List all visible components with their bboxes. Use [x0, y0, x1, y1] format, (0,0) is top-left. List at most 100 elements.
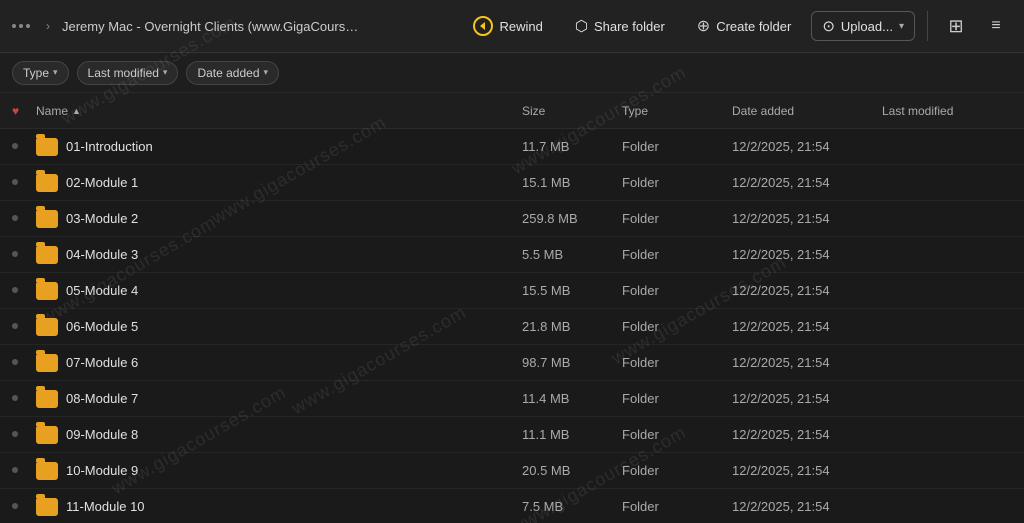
folder-icon	[36, 318, 58, 336]
name-cell: 01-Introduction	[36, 138, 522, 156]
file-name: 08-Module 7	[66, 391, 138, 406]
nav-dot-3	[26, 24, 30, 28]
create-folder-label: Create folder	[716, 19, 791, 34]
favorite-cell	[12, 358, 36, 367]
table-row[interactable]: 05-Module 4 15.5 MB Folder 12/2/2025, 21…	[0, 273, 1024, 309]
upload-label: Upload...	[841, 19, 893, 34]
table-row[interactable]: 02-Module 1 15.1 MB Folder 12/2/2025, 21…	[0, 165, 1024, 201]
file-name: 04-Module 3	[66, 247, 138, 262]
size-cell: 21.8 MB	[522, 319, 622, 334]
type-cell: Folder	[622, 355, 732, 370]
name-column-header[interactable]: Name ▲	[36, 104, 522, 118]
folder-icon	[36, 462, 58, 480]
nav-dots	[12, 24, 30, 28]
favorite-cell	[12, 286, 36, 295]
date-added-cell: 12/2/2025, 21:54	[732, 319, 882, 334]
date-added-cell: 12/2/2025, 21:54	[732, 247, 882, 262]
folder-icon	[36, 390, 58, 408]
date-added-cell: 12/2/2025, 21:54	[732, 355, 882, 370]
menu-button[interactable]: ≡	[980, 10, 1012, 42]
table-row[interactable]: 08-Module 7 11.4 MB Folder 12/2/2025, 21…	[0, 381, 1024, 417]
create-folder-icon: ⊕	[697, 16, 710, 36]
name-sort-icon: ▲	[72, 106, 81, 116]
file-list: 01-Introduction 11.7 MB Folder 12/2/2025…	[0, 129, 1024, 523]
type-filter-label: Type	[23, 66, 49, 80]
date-added-cell: 12/2/2025, 21:54	[732, 175, 882, 190]
type-cell: Folder	[622, 139, 732, 154]
date-added-cell: 12/2/2025, 21:54	[732, 391, 882, 406]
size-column-header[interactable]: Size	[522, 104, 622, 118]
file-name: 05-Module 4	[66, 283, 138, 298]
size-cell: 11.7 MB	[522, 139, 622, 154]
table-row[interactable]: 11-Module 10 7.5 MB Folder 12/2/2025, 21…	[0, 489, 1024, 523]
favorite-cell	[12, 502, 36, 511]
gallery-view-button[interactable]: ⊞	[940, 10, 972, 42]
file-name: 06-Module 5	[66, 319, 138, 334]
date-added-cell: 12/2/2025, 21:54	[732, 139, 882, 154]
dot-indicator	[12, 395, 18, 401]
last-modified-filter-label: Last modified	[88, 66, 159, 80]
size-cell: 98.7 MB	[522, 355, 622, 370]
last-modified-column-header[interactable]: Last modified	[882, 104, 1012, 118]
file-name: 07-Module 6	[66, 355, 138, 370]
type-cell: Folder	[622, 175, 732, 190]
size-cell: 5.5 MB	[522, 247, 622, 262]
type-filter-button[interactable]: Type ▾	[12, 61, 69, 85]
name-cell: 02-Module 1	[36, 174, 522, 192]
type-column-header[interactable]: Type	[622, 104, 732, 118]
last-modified-filter-chevron: ▾	[163, 67, 168, 78]
table-row[interactable]: 04-Module 3 5.5 MB Folder 12/2/2025, 21:…	[0, 237, 1024, 273]
type-cell: Folder	[622, 499, 732, 514]
share-folder-label: Share folder	[594, 19, 665, 34]
breadcrumb-chevron: ›	[46, 19, 50, 33]
folder-icon	[36, 426, 58, 444]
upload-icon: ⊙	[822, 17, 835, 35]
dot-indicator	[12, 431, 18, 437]
favorite-cell	[12, 250, 36, 259]
type-cell: Folder	[622, 463, 732, 478]
name-cell: 07-Module 6	[36, 354, 522, 372]
size-cell: 11.1 MB	[522, 427, 622, 442]
table-row[interactable]: 01-Introduction 11.7 MB Folder 12/2/2025…	[0, 129, 1024, 165]
file-name: 01-Introduction	[66, 139, 153, 154]
upload-chevron-icon: ▾	[899, 21, 904, 32]
table-row[interactable]: 03-Module 2 259.8 MB Folder 12/2/2025, 2…	[0, 201, 1024, 237]
file-name: 09-Module 8	[66, 427, 138, 442]
favorite-cell	[12, 430, 36, 439]
upload-button[interactable]: ⊙ Upload... ▾	[811, 11, 915, 41]
file-name: 03-Module 2	[66, 211, 138, 226]
rewind-label: Rewind	[499, 19, 542, 34]
table-row[interactable]: 06-Module 5 21.8 MB Folder 12/2/2025, 21…	[0, 309, 1024, 345]
hamburger-icon: ≡	[991, 17, 1000, 35]
rewind-button[interactable]: Rewind	[461, 10, 554, 42]
table-row[interactable]: 10-Module 9 20.5 MB Folder 12/2/2025, 21…	[0, 453, 1024, 489]
date-added-cell: 12/2/2025, 21:54	[732, 211, 882, 226]
size-cell: 15.1 MB	[522, 175, 622, 190]
type-cell: Folder	[622, 211, 732, 226]
dot-indicator	[12, 359, 18, 365]
date-added-filter-button[interactable]: Date added ▾	[186, 61, 279, 85]
size-cell: 7.5 MB	[522, 499, 622, 514]
breadcrumb: Jeremy Mac - Overnight Clients (www.Giga…	[62, 19, 362, 34]
favorite-cell	[12, 466, 36, 475]
table-row[interactable]: 09-Module 8 11.1 MB Folder 12/2/2025, 21…	[0, 417, 1024, 453]
table-row[interactable]: 07-Module 6 98.7 MB Folder 12/2/2025, 21…	[0, 345, 1024, 381]
table-header: ♥ Name ▲ Size Type Date added Last modif…	[0, 93, 1024, 129]
folder-icon	[36, 498, 58, 516]
folder-icon	[36, 210, 58, 228]
last-modified-filter-button[interactable]: Last modified ▾	[77, 61, 179, 85]
dot-indicator	[12, 323, 18, 329]
nav-dot-1	[12, 24, 16, 28]
share-folder-button[interactable]: ⬡ Share folder	[563, 11, 677, 41]
name-cell: 06-Module 5	[36, 318, 522, 336]
create-folder-button[interactable]: ⊕ Create folder	[685, 10, 804, 42]
type-filter-chevron: ▾	[53, 67, 58, 78]
date-added-filter-label: Date added	[197, 66, 259, 80]
favorite-cell	[12, 322, 36, 331]
gallery-icon: ⊞	[948, 16, 963, 37]
date-added-cell: 12/2/2025, 21:54	[732, 283, 882, 298]
dot-indicator	[12, 215, 18, 221]
type-cell: Folder	[622, 247, 732, 262]
date-added-column-header[interactable]: Date added	[732, 104, 882, 118]
favorite-cell	[12, 178, 36, 187]
